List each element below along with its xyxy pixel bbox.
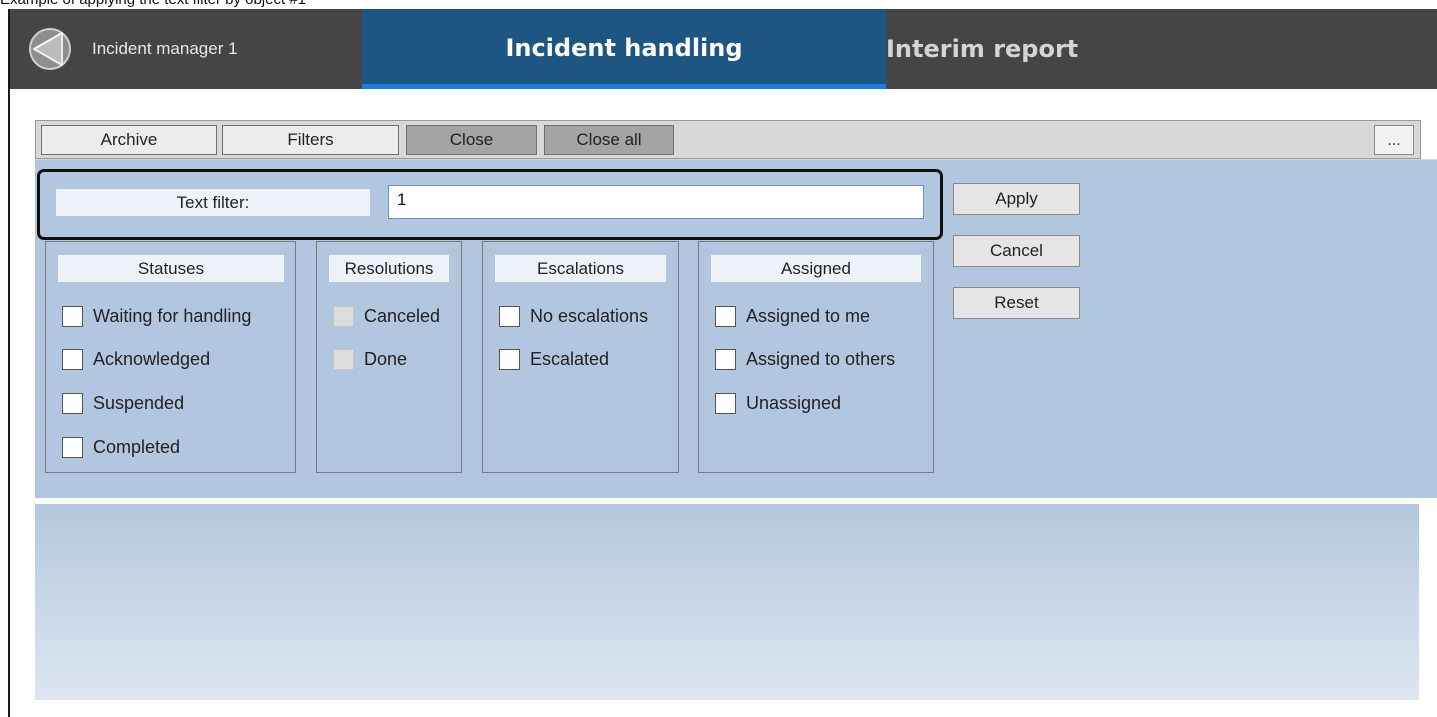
checkbox-box[interactable]	[499, 348, 520, 370]
page-caption: Example of applying the text filter by o…	[0, 0, 306, 9]
checkbox-assigned-to-me[interactable]: Assigned to me	[715, 303, 870, 329]
filter-panel: Text filter: 1 Apply Cancel Reset Status…	[35, 159, 1437, 498]
statuses-title: Statuses	[58, 255, 284, 282]
assigned-group: Assigned Assigned to me Assigned to othe…	[698, 241, 934, 473]
reset-button[interactable]: Reset	[953, 287, 1080, 319]
checkbox-completed[interactable]: Completed	[62, 434, 180, 460]
checkbox-label: Unassigned	[746, 392, 842, 413]
checkbox-box[interactable]	[715, 305, 736, 327]
escalations-group: Escalations No escalations Escalated	[482, 241, 679, 473]
archive-button[interactable]: Archive	[41, 125, 217, 155]
title-bar: Incident manager 1 Incident handling Int…	[10, 9, 1437, 89]
apply-button[interactable]: Apply	[953, 183, 1080, 215]
checkbox-label: Waiting for handling	[93, 305, 252, 326]
sphere-logo-icon	[29, 28, 71, 70]
checkbox-box[interactable]	[333, 305, 354, 327]
checkbox-suspended[interactable]: Suspended	[62, 390, 184, 416]
checkbox-box[interactable]	[499, 305, 520, 327]
checkbox-box[interactable]	[62, 305, 83, 327]
checkbox-label: Escalated	[530, 348, 610, 369]
checkbox-label: Suspended	[93, 392, 185, 413]
toolbar: Archive Filters Close Close all ...	[35, 120, 1421, 159]
checkbox-canceled[interactable]: Canceled	[333, 303, 440, 329]
checkbox-escalated[interactable]: Escalated	[499, 346, 609, 372]
checkbox-box[interactable]	[62, 392, 83, 414]
checkbox-box[interactable]	[333, 348, 354, 370]
close-all-button[interactable]: Close all	[544, 125, 674, 155]
checkbox-label: Done	[364, 348, 408, 369]
tab-incident-handling[interactable]: Incident handling	[362, 9, 886, 89]
app-title: Incident manager 1	[92, 39, 238, 58]
checkbox-waiting-for-handling[interactable]: Waiting for handling	[62, 303, 251, 329]
checkbox-done[interactable]: Done	[333, 346, 407, 372]
resolutions-group: Resolutions Canceled Done	[316, 241, 462, 473]
checkbox-label: No escalations	[530, 305, 649, 326]
checkbox-box[interactable]	[62, 436, 83, 458]
text-filter-label: Text filter:	[56, 189, 370, 216]
checkbox-label: Acknowledged	[93, 348, 211, 369]
app-window: Incident manager 1 Incident handling Int…	[8, 9, 1437, 717]
checkbox-box[interactable]	[62, 348, 83, 370]
tab-interim-report[interactable]: Interim report	[886, 9, 1096, 89]
incident-list-area[interactable]	[35, 504, 1419, 700]
filters-button[interactable]: Filters	[222, 125, 399, 155]
statuses-group: Statuses Waiting for handling Acknowledg…	[45, 241, 296, 473]
checkbox-label: Canceled	[364, 305, 441, 326]
checkbox-box[interactable]	[715, 392, 736, 414]
checkbox-label: Assigned to others	[746, 348, 896, 369]
cancel-button[interactable]: Cancel	[953, 235, 1080, 267]
page: Example of applying the text filter by o…	[0, 0, 1437, 717]
escalations-title: Escalations	[495, 255, 666, 282]
checkbox-acknowledged[interactable]: Acknowledged	[62, 346, 210, 372]
more-options-button[interactable]: ...	[1374, 125, 1414, 155]
resolutions-title: Resolutions	[329, 255, 449, 282]
assigned-title: Assigned	[711, 255, 921, 282]
close-button[interactable]: Close	[406, 125, 537, 155]
checkbox-assigned-to-others[interactable]: Assigned to others	[715, 346, 895, 372]
checkbox-label: Completed	[93, 436, 181, 457]
checkbox-unassigned[interactable]: Unassigned	[715, 390, 841, 416]
checkbox-label: Assigned to me	[746, 305, 871, 326]
text-filter-input[interactable]: 1	[388, 185, 924, 219]
checkbox-box[interactable]	[715, 348, 736, 370]
text-filter-highlight: Text filter: 1	[37, 169, 943, 240]
checkbox-no-escalations[interactable]: No escalations	[499, 303, 648, 329]
